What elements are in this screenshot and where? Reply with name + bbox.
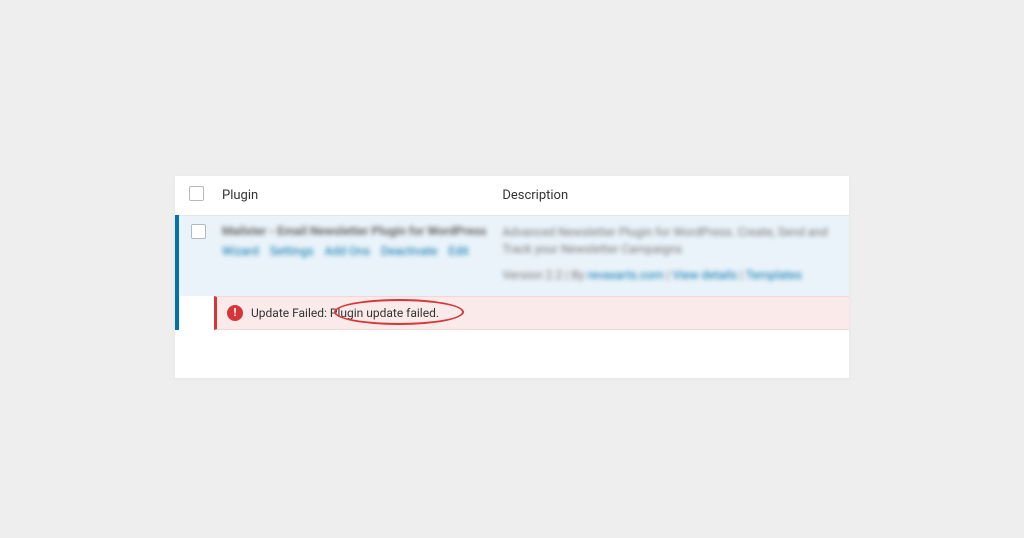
plugin-action-addons[interactable]: Add Ons — [325, 244, 370, 258]
plugin-action-wizard[interactable]: Wizard — [222, 244, 259, 258]
plugins-table: Plugin Description Mailster - Email News… — [175, 176, 849, 330]
col-checkbox — [177, 176, 214, 216]
plugin-name: Mailster - Email Newsletter Plugin for W… — [222, 224, 486, 238]
panel-footer — [175, 330, 849, 378]
plugin-view-details-link[interactable]: View details — [673, 268, 738, 282]
plugins-panel: Plugin Description Mailster - Email News… — [175, 176, 849, 378]
plugin-action-edit[interactable]: Edit — [448, 244, 468, 258]
plugin-row-name-cell: Mailster - Email Newsletter Plugin for W… — [214, 216, 494, 296]
error-row-cell: ! Update Failed: Plugin update failed. — [214, 296, 849, 330]
table-header-row: Plugin Description — [177, 176, 849, 216]
plugin-author-link[interactable]: revaxarts.com — [587, 268, 663, 282]
meta-sep: | — [664, 268, 673, 282]
col-description-header[interactable]: Description — [494, 176, 849, 216]
plugin-row: Mailster - Email Newsletter Plugin for W… — [177, 216, 849, 296]
plugin-action-settings[interactable]: Settings — [270, 244, 314, 258]
plugin-row-checkbox-cell — [177, 216, 214, 296]
plugin-description: Advanced Newsletter Plugin for WordPress… — [502, 224, 841, 258]
meta-sep: | — [737, 268, 746, 282]
plugin-meta: Version 2.2 | By revaxarts.com | View de… — [502, 268, 841, 282]
plugin-error-row: ! Update Failed: Plugin update failed. — [177, 296, 849, 330]
plugin-row-desc-cell: Advanced Newsletter Plugin for WordPress… — [494, 216, 849, 296]
error-row-spacer — [177, 296, 214, 330]
col-plugin-header[interactable]: Plugin — [214, 176, 494, 216]
plugin-actions: Wizard Settings Add Ons Deactivate Edit — [222, 244, 486, 258]
update-error-notice: ! Update Failed: Plugin update failed. — [214, 296, 849, 330]
plugin-action-deactivate[interactable]: Deactivate — [381, 244, 437, 258]
plugin-templates-link[interactable]: Templates — [746, 268, 802, 282]
select-all-checkbox[interactable] — [189, 186, 204, 201]
plugin-version: Version 2.2 | By — [502, 268, 587, 282]
error-text: Update Failed: Plugin update failed. — [251, 306, 439, 320]
plugin-row-checkbox[interactable] — [191, 224, 206, 239]
error-icon: ! — [227, 305, 243, 321]
